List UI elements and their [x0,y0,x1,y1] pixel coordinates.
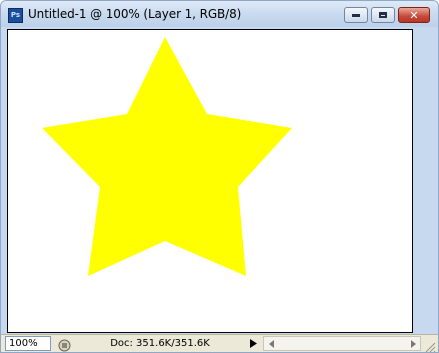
status-bar: 100% Doc: 351.6K/351.6K [1,334,438,352]
photoshop-app-icon[interactable]: Ps [8,8,23,23]
maximize-button[interactable] [371,7,395,23]
close-icon: ✕ [409,8,419,22]
canvas-frame [7,29,413,333]
window-right-border [414,29,438,333]
scroll-right-button[interactable] [406,337,420,350]
maximize-icon [379,12,387,18]
document-window: Ps Untitled-1 @ 100% (Layer 1, RGB/8) ✕ … [0,0,439,353]
close-button[interactable]: ✕ [398,7,430,23]
title-bar[interactable]: Ps Untitled-1 @ 100% (Layer 1, RGB/8) ✕ [1,1,438,27]
horizontal-scrollbar[interactable] [263,336,421,351]
yellow-star-shape[interactable] [42,37,292,276]
document-canvas[interactable] [10,32,410,330]
minimize-button[interactable] [344,7,368,23]
resize-grip-icon[interactable] [424,338,436,352]
document-size-info: Doc: 351.6K/351.6K [110,338,210,349]
scroll-left-button[interactable] [264,337,278,350]
window-title: Untitled-1 @ 100% (Layer 1, RGB/8) [28,7,242,21]
canvas-artwork [42,37,292,276]
status-info-icon[interactable] [58,337,71,352]
zoom-level-field[interactable]: 100% [5,336,51,351]
status-menu-button[interactable] [247,337,259,350]
minimize-icon [352,13,360,17]
scroll-right-icon [410,339,416,348]
play-arrow-icon [249,339,257,348]
scroll-left-icon [268,339,274,348]
